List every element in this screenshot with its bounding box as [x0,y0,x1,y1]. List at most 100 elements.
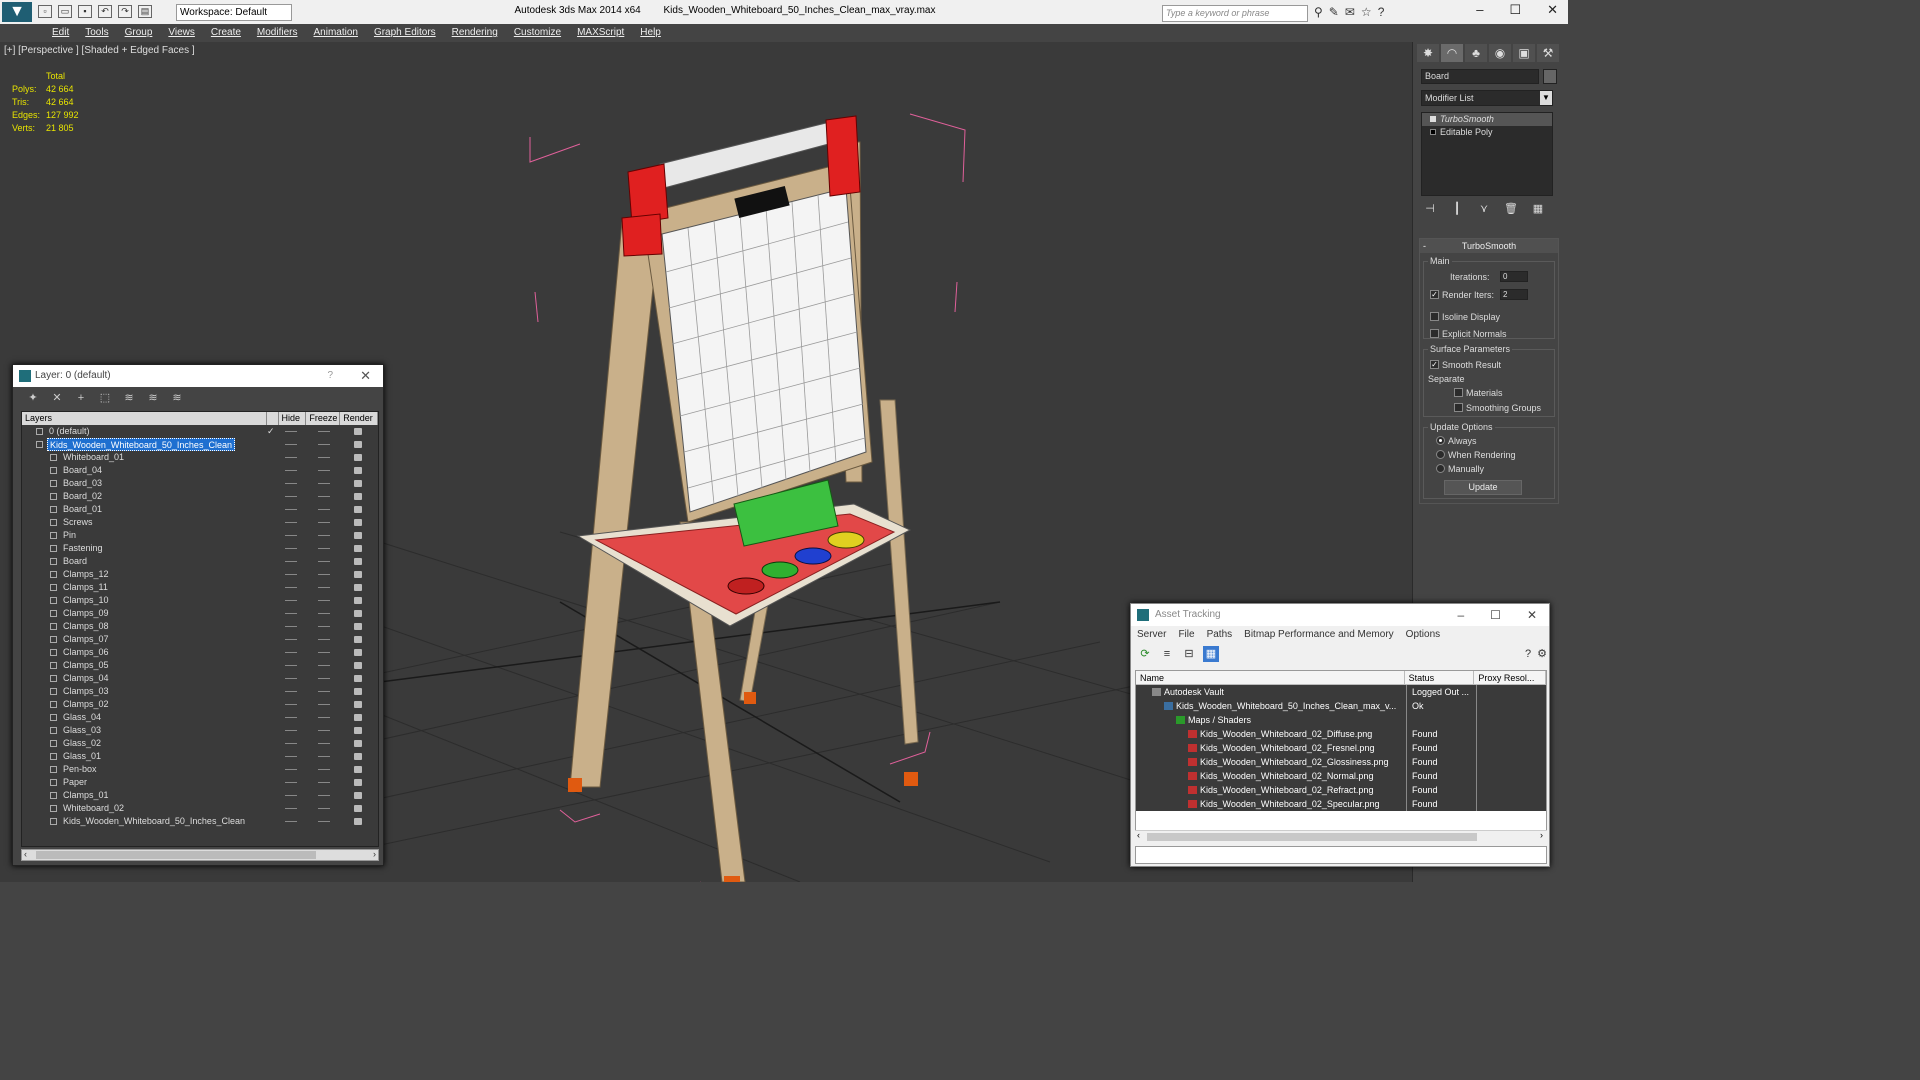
layer-row[interactable]: Glass_02 [22,737,378,750]
minimize-icon[interactable]: – [1457,604,1464,626]
modifier-list-dropdown[interactable]: Modifier List ▼ [1421,90,1553,106]
layer-name[interactable]: Whiteboard_02 [61,802,126,815]
close-icon[interactable]: ✕ [360,365,371,387]
layer-row[interactable]: Clamps_05 [22,659,378,672]
layer-name[interactable]: Clamps_04 [61,672,111,685]
close-icon[interactable]: ✕ [1547,2,1558,18]
render-toggle-icon[interactable] [354,441,362,448]
hide-toggle[interactable] [285,678,297,679]
subscription-icon[interactable]: ✎ [1329,5,1339,19]
layer-name[interactable]: Board_03 [61,477,104,490]
freeze-toggle[interactable] [318,717,330,718]
render-toggle-icon[interactable] [354,532,362,539]
render-toggle-icon[interactable] [354,727,362,734]
layer-row[interactable]: Whiteboard_02 [22,802,378,815]
layer-name[interactable]: Clamps_02 [61,698,111,711]
collapse-icon[interactable]: - [1423,239,1426,253]
layer-name[interactable]: Whiteboard_01 [61,451,126,464]
layer-row[interactable]: Clamps_02 [22,698,378,711]
hide-all-icon[interactable]: ≋ [145,390,161,406]
freeze-toggle[interactable] [318,743,330,744]
layer-row[interactable]: Pin [22,529,378,542]
layer-name[interactable]: Clamps_09 [61,607,111,620]
highlight-layer-icon[interactable]: ≋ [121,390,137,406]
menu-help[interactable]: Help [632,24,669,42]
always-radio[interactable] [1436,436,1445,445]
hide-toggle[interactable] [285,652,297,653]
layer-name[interactable]: Clamps_05 [61,659,111,672]
close-icon[interactable]: ✕ [1527,604,1537,626]
layer-row[interactable]: Board_01 [22,503,378,516]
render-toggle-icon[interactable] [354,467,362,474]
layer-name[interactable]: Clamps_07 [61,633,111,646]
render-toggle-icon[interactable] [354,675,362,682]
asset-row[interactable]: Kids_Wooden_Whiteboard_50_Inches_Clean_m… [1136,699,1546,713]
hide-toggle[interactable] [285,444,297,445]
layer-row[interactable]: Glass_04 [22,711,378,724]
col-proxy-resolution[interactable]: Proxy Resol... [1474,671,1546,684]
freeze-toggle[interactable] [318,535,330,536]
layer-name[interactable]: Glass_02 [61,737,103,750]
modify-tab-icon[interactable]: ◠ [1441,44,1463,62]
freeze-toggle[interactable] [318,691,330,692]
layer-row[interactable]: Board_04 [22,464,378,477]
layer-row[interactable]: Pen-box [22,763,378,776]
scroll-left-icon[interactable]: ‹ [24,849,27,859]
freeze-toggle[interactable] [318,496,330,497]
freeze-toggle[interactable] [318,665,330,666]
maximize-icon[interactable]: ☐ [1509,2,1521,18]
freeze-toggle[interactable] [318,678,330,679]
object-name-field[interactable]: Board [1421,69,1539,84]
minimize-icon[interactable]: – [1476,2,1483,18]
select-objects-icon[interactable]: ⬚ [97,390,113,406]
layer-row[interactable]: Screws [22,516,378,529]
hide-toggle[interactable] [285,743,297,744]
render-toggle-icon[interactable] [354,792,362,799]
hierarchy-tab-icon[interactable]: ♣ [1465,44,1487,62]
asset-window-titlebar[interactable]: Asset Tracking – ☐ ✕ [1131,604,1549,626]
freeze-toggle[interactable] [318,626,330,627]
hide-toggle[interactable] [285,457,297,458]
render-toggle-icon[interactable] [354,519,362,526]
freeze-toggle[interactable] [318,769,330,770]
menu-modifiers[interactable]: Modifiers [249,24,306,42]
menu-group[interactable]: Group [117,24,161,42]
pin-stack-icon[interactable]: ⊣ [1421,202,1439,218]
render-toggle-icon[interactable] [354,701,362,708]
col-layers[interactable]: Layers [22,412,267,425]
scroll-thumb[interactable] [1147,833,1477,841]
asset-row[interactable]: Kids_Wooden_Whiteboard_02_Glossiness.png… [1136,755,1546,769]
freeze-toggle[interactable] [318,756,330,757]
layer-name[interactable]: Pin [61,529,78,542]
asset-menu-paths[interactable]: Paths [1207,626,1233,644]
freeze-toggle[interactable] [318,444,330,445]
hide-toggle[interactable] [285,639,297,640]
col-freeze[interactable]: Freeze [306,412,341,425]
freeze-toggle[interactable] [318,561,330,562]
render-toggle-icon[interactable] [354,714,362,721]
layer-window-titlebar[interactable]: Layer: 0 (default) ? ✕ [13,365,383,387]
render-toggle-icon[interactable] [354,753,362,760]
render-toggle-icon[interactable] [354,636,362,643]
layer-row[interactable]: Kids_Wooden_Whiteboard_50_Inches_Clean [22,438,378,451]
layer-name[interactable]: Board_04 [61,464,104,477]
layer-row[interactable]: Clamps_04 [22,672,378,685]
render-iters-spinner[interactable]: 2 [1500,289,1528,300]
object-color-swatch[interactable] [1543,69,1557,84]
render-toggle-icon[interactable] [354,584,362,591]
menu-rendering[interactable]: Rendering [444,24,506,42]
render-toggle-icon[interactable] [354,818,362,825]
show-end-result-icon[interactable]: ┃ [1448,202,1466,218]
layer-name[interactable]: Kids_Wooden_Whiteboard_50_Inches_Clean [61,815,247,828]
layer-row[interactable]: Fastening [22,542,378,555]
scroll-left-icon[interactable]: ‹ [1137,830,1140,840]
freeze-toggle[interactable] [318,808,330,809]
hide-toggle[interactable] [285,795,297,796]
hide-toggle[interactable] [285,574,297,575]
menu-tools[interactable]: Tools [77,24,116,42]
menu-maxscript[interactable]: MAXScript [569,24,632,42]
hide-toggle[interactable] [285,548,297,549]
configure-sets-icon[interactable]: ▦ [1529,202,1547,218]
render-toggle-icon[interactable] [354,740,362,747]
new-layer-icon[interactable]: ✦ [25,390,41,406]
